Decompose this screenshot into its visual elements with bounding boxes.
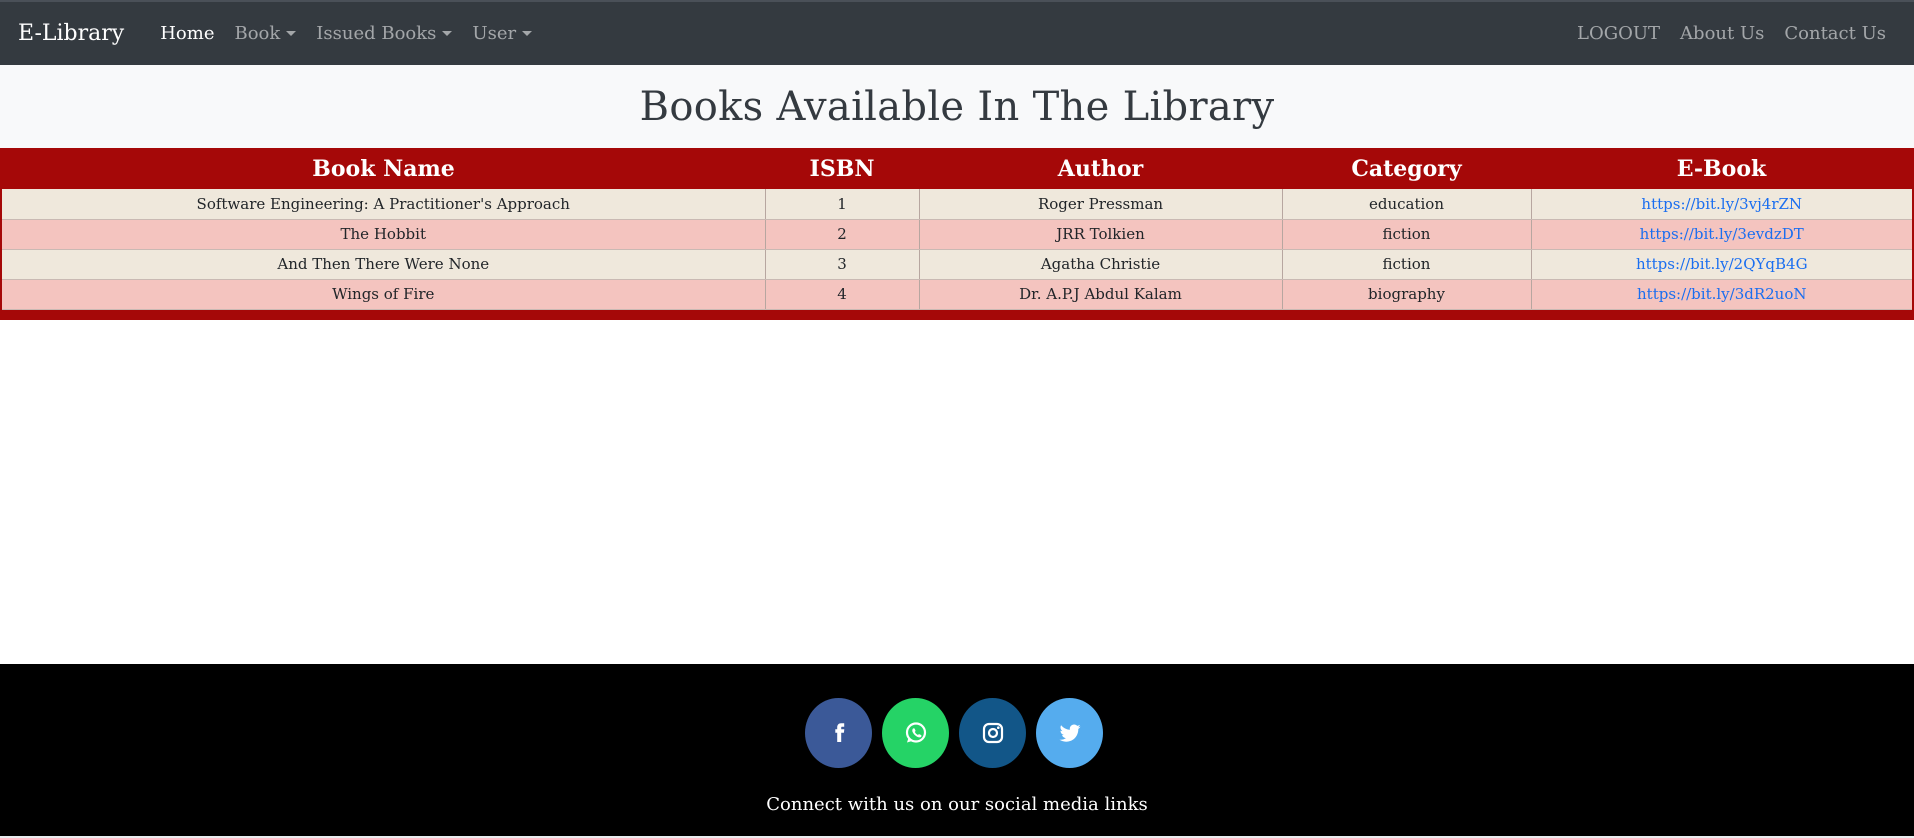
cell-book-name: The Hobbit (2, 219, 766, 250)
nav-user-dropdown[interactable]: User (462, 23, 542, 44)
cell-category: biography (1282, 279, 1532, 310)
column-header-isbn: ISBN (809, 155, 875, 182)
cell-author: Agatha Christie (919, 249, 1283, 280)
page-title: Books Available In The Library (639, 83, 1275, 130)
cell-book-name: And Then There Were None (2, 249, 766, 280)
nav-issued-books-label: Issued Books (316, 23, 437, 44)
nav-left: Home Book Issued Books User (150, 23, 542, 44)
instagram-icon (982, 722, 1003, 744)
books-table-container: Book Name ISBN Author Category E-Book So… (0, 148, 1914, 320)
table-row: And Then There Were None 3 Agatha Christ… (2, 249, 1912, 280)
cell-category: fiction (1282, 219, 1532, 250)
table-row: Wings of Fire 4 Dr. A.P.J Abdul Kalam bi… (2, 279, 1912, 310)
books-table: Book Name ISBN Author Category E-Book So… (2, 148, 1912, 310)
nav-user-label: User (472, 23, 517, 44)
caret-down-icon (522, 31, 533, 36)
nav-book-dropdown[interactable]: Book (224, 23, 306, 44)
table-header-row: Book Name ISBN Author Category E-Book (2, 148, 1912, 189)
heading-band: Books Available In The Library (0, 65, 1914, 148)
nav-home-link[interactable]: Home (150, 23, 224, 44)
cell-author: Roger Pressman (919, 189, 1283, 220)
brand-logo[interactable]: E-Library (18, 21, 124, 46)
cell-category: education (1282, 189, 1532, 220)
column-header-author: Author (1057, 155, 1144, 182)
cell-isbn: 2 (765, 219, 920, 250)
caret-down-icon (286, 31, 297, 36)
cell-ebook: https://bit.ly/2QYqB4G (1531, 249, 1912, 280)
cell-isbn: 4 (765, 279, 920, 310)
facebook-button[interactable] (805, 698, 872, 768)
column-header-ebook: E-Book (1676, 155, 1767, 182)
cell-ebook: https://bit.ly/3dR2uoN (1531, 279, 1912, 310)
ebook-link[interactable]: https://bit.ly/3dR2uoN (1637, 285, 1807, 303)
table-row: Software Engineering: A Practitioner's A… (2, 189, 1912, 220)
cell-author: Dr. A.P.J Abdul Kalam (919, 279, 1283, 310)
whatsapp-button[interactable] (882, 698, 949, 768)
ebook-link[interactable]: https://bit.ly/3vj4rZN (1641, 195, 1802, 213)
cell-isbn: 1 (765, 189, 920, 220)
contact-us-link[interactable]: Contact Us (1774, 23, 1896, 44)
cell-ebook: https://bit.ly/3evdzDT (1531, 219, 1912, 250)
nav-issued-books-dropdown[interactable]: Issued Books (306, 23, 462, 44)
nav-book-label: Book (234, 23, 281, 44)
ebook-link[interactable]: https://bit.ly/3evdzDT (1640, 225, 1804, 243)
cell-category: fiction (1282, 249, 1532, 280)
cell-book-name: Software Engineering: A Practitioner's A… (2, 189, 766, 220)
column-header-book-name: Book Name (312, 155, 455, 182)
whatsapp-icon (905, 722, 926, 743)
cell-book-name: Wings of Fire (2, 279, 766, 310)
footer: Connect with us on our social media link… (0, 664, 1914, 838)
logout-link[interactable]: LOGOUT (1567, 23, 1670, 44)
nav-right: LOGOUT About Us Contact Us (1567, 23, 1896, 44)
social-links (0, 698, 1914, 768)
column-header-category: Category (1351, 155, 1462, 182)
nav-home-label: Home (160, 23, 215, 44)
navbar: E-Library Home Book Issued Books User LO… (0, 0, 1914, 65)
caret-down-icon (442, 31, 453, 36)
cell-author: JRR Tolkien (919, 219, 1283, 250)
ebook-link[interactable]: https://bit.ly/2QYqB4G (1636, 255, 1808, 273)
cell-ebook: https://bit.ly/3vj4rZN (1531, 189, 1912, 220)
twitter-button[interactable] (1036, 698, 1103, 768)
facebook-icon (834, 723, 844, 742)
cell-isbn: 3 (765, 249, 920, 280)
footer-tagline: Connect with us on our social media link… (766, 794, 1148, 815)
table-row: The Hobbit 2 JRR Tolkien fiction https:/… (2, 219, 1912, 250)
about-us-link[interactable]: About Us (1670, 23, 1774, 44)
twitter-icon (1059, 724, 1080, 742)
instagram-button[interactable] (959, 698, 1026, 768)
